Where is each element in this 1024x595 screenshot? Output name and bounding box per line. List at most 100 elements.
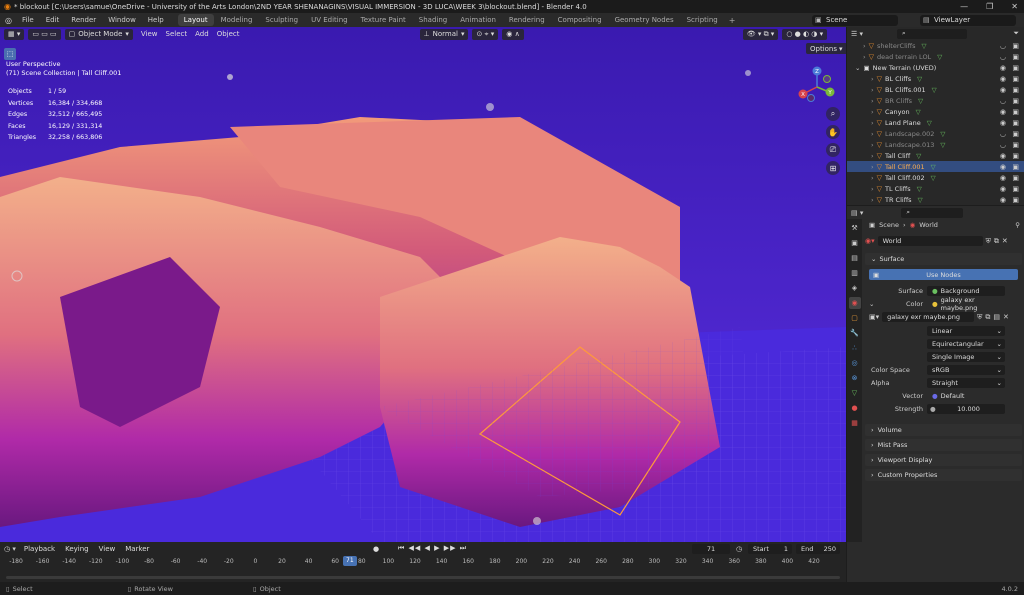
outliner-row[interactable]: › ▽ Land Plane ▽ ◉ ▣ (847, 117, 1024, 128)
material-tab-icon[interactable]: ● (849, 402, 861, 414)
render-camera-icon[interactable]: ▣ (1012, 163, 1019, 171)
particles-tab-icon[interactable]: ∴ (849, 342, 861, 354)
outliner-row[interactable]: › ▽ Landscape.013 ▽ ◡ ▣ (847, 139, 1024, 150)
render-camera-icon[interactable]: ▣ (1012, 196, 1019, 204)
outliner-row[interactable]: › ▽ TL Cliffs ▽ ◉ ▣ (847, 183, 1024, 194)
expand-arrow-icon[interactable]: › (863, 42, 866, 50)
eye-icon[interactable]: ◉ (1000, 86, 1006, 94)
object-tab-icon[interactable]: ▢ (849, 312, 861, 324)
expand-arrow-icon[interactable]: › (871, 75, 874, 83)
unlink-icon[interactable]: ✕ (1003, 313, 1009, 321)
3d-viewport[interactable]: ▦ ▾ ▭ ▭ ▭ ▢ Object Mode ▾ View Select Add O… (0, 27, 846, 542)
tab-geometry-nodes[interactable]: Geometry Nodes (609, 14, 680, 26)
camera-icon[interactable]: ⎚ (826, 143, 840, 157)
eye-icon[interactable]: ◉ (1000, 163, 1006, 171)
mesh-data-icon[interactable]: ▽ (940, 141, 945, 149)
eye-icon[interactable]: ◉ (1000, 75, 1006, 83)
tab-layout[interactable]: Layout (177, 14, 214, 26)
menu-file[interactable]: File (16, 13, 40, 27)
mesh-data-icon[interactable]: ▽ (927, 119, 932, 127)
panel-mist-pass[interactable]: › Mist Pass (865, 439, 1022, 451)
eye-icon[interactable]: ◉ (1000, 196, 1006, 204)
expand-arrow-icon[interactable]: › (871, 185, 874, 193)
strength-slider[interactable]: ● 10.000 (927, 404, 1005, 414)
tab-scripting[interactable]: Scripting (681, 14, 724, 26)
tab-modeling[interactable]: Modeling (215, 14, 259, 26)
render-camera-icon[interactable]: ▣ (1012, 185, 1019, 193)
outliner-row[interactable]: › ▽ BL Cliffs.001 ▽ ◉ ▣ (847, 84, 1024, 95)
eye-icon[interactable]: ◉ (1000, 152, 1006, 160)
pivot-snap-buttons[interactable]: ⊙ ⌖ ▾ (472, 28, 499, 40)
mesh-data-icon[interactable]: ▽ (917, 75, 922, 83)
visibility-overlay-buttons[interactable]: 👁 ▾ ⧉ ▾ (742, 28, 779, 40)
outliner-row[interactable]: › ▽ Landscape.002 ▽ ◡ ▣ (847, 128, 1024, 139)
hidden-eye-icon[interactable]: ◡ (1000, 53, 1006, 61)
tab-texture-paint[interactable]: Texture Paint (355, 14, 412, 26)
timeline-scrollbar[interactable] (6, 576, 840, 579)
expand-arrow-icon[interactable]: ⌄ (855, 64, 860, 72)
tab-shading[interactable]: Shading (413, 14, 453, 26)
outliner-row[interactable]: › ▽ Canyon ▽ ◉ ▣ (847, 106, 1024, 117)
render-camera-icon[interactable]: ▣ (1012, 75, 1019, 83)
eye-icon[interactable]: ◉ (1000, 119, 1006, 127)
scene-tab-icon[interactable]: ◈ (849, 282, 861, 294)
mesh-data-icon[interactable]: ▽ (918, 97, 923, 105)
outliner-search-input[interactable]: ⌕ (897, 28, 968, 39)
select-tool-icon[interactable]: ⬚ (4, 48, 16, 60)
render-camera-icon[interactable]: ▣ (1012, 141, 1019, 149)
scene-selector[interactable]: ▣ Scene (812, 14, 898, 26)
panel-volume[interactable]: › Volume (865, 424, 1022, 436)
render-camera-icon[interactable]: ▣ (1012, 53, 1019, 61)
render-camera-icon[interactable]: ▣ (1012, 97, 1019, 105)
render-camera-icon[interactable]: ▣ (1012, 42, 1019, 50)
menu-help[interactable]: Help (142, 13, 170, 27)
filter-icon[interactable]: ⏷ (1013, 29, 1019, 38)
outliner-row[interactable]: › ▽ TR Cliffs ▽ ◉ ▣ (847, 194, 1024, 205)
maximize-button[interactable]: ❐ (986, 2, 993, 11)
open-file-icon[interactable]: ▤ (993, 313, 1000, 321)
mesh-data-icon[interactable]: ▽ (931, 163, 936, 171)
mesh-data-icon[interactable]: ▽ (918, 196, 923, 204)
properties-editor-icon[interactable]: ▤ ▾ (851, 209, 863, 217)
data-tab-icon[interactable]: ▽ (849, 387, 861, 399)
view-layer-tab-icon[interactable]: ▥ (849, 267, 861, 279)
viewport-menu-object[interactable]: Object (213, 30, 244, 38)
expand-arrow-icon[interactable]: › (871, 86, 874, 94)
physics-tab-icon[interactable]: ◎ (849, 357, 861, 369)
mesh-data-icon[interactable]: ▽ (922, 42, 927, 50)
render-camera-icon[interactable]: ▣ (1012, 108, 1019, 116)
outliner-row[interactable]: › ▽ BL Cliffs ▽ ◉ ▣ (847, 73, 1024, 84)
ortho-grid-icon[interactable]: ⊞ (826, 161, 840, 175)
viewport-menu-select[interactable]: Select (162, 30, 192, 38)
unlink-icon[interactable]: ✕ (1002, 237, 1008, 245)
mesh-data-icon[interactable]: ▽ (931, 174, 936, 182)
expand-arrow-icon[interactable]: › (871, 141, 874, 149)
view-layer-selector[interactable]: ▤ ViewLayer (920, 14, 1016, 26)
tab-rendering[interactable]: Rendering (503, 14, 551, 26)
render-camera-icon[interactable]: ▣ (1012, 64, 1019, 72)
render-camera-icon[interactable]: ▣ (1012, 174, 1019, 182)
image-name-field[interactable]: galaxy exr maybe.png (882, 312, 975, 322)
expand-arrow-icon[interactable]: › (871, 108, 874, 116)
expand-arrow-icon[interactable]: › (871, 97, 874, 105)
tab-sculpting[interactable]: Sculpting (259, 14, 304, 26)
render-tab-icon[interactable]: ▣ (849, 237, 861, 249)
object-mode-dropdown[interactable]: ▢ Object Mode ▾ (64, 28, 133, 40)
mesh-data-icon[interactable]: ▽ (940, 130, 945, 138)
navigation-gizmo[interactable]: Z X Y (797, 65, 837, 105)
render-camera-icon[interactable]: ▣ (1012, 119, 1019, 127)
duplicate-icon[interactable]: ⧉ (994, 237, 999, 246)
eye-icon[interactable]: ◉ (1000, 174, 1006, 182)
render-camera-icon[interactable]: ▣ (1012, 130, 1019, 138)
playhead[interactable]: 71 (342, 556, 357, 566)
outliner-row[interactable]: › ▽ Tall Cliff.002 ▽ ◉ ▣ (847, 172, 1024, 183)
viewport-menu-view[interactable]: View (137, 30, 162, 38)
hidden-eye-icon[interactable]: ◡ (1000, 141, 1006, 149)
tab-uv-editing[interactable]: UV Editing (305, 14, 354, 26)
panel-custom-properties[interactable]: › Custom Properties (865, 469, 1022, 481)
outliner-row[interactable]: › ▽ Tall Cliff.001 ▽ ◉ ▣ (847, 161, 1024, 172)
properties-search-input[interactable]: ⌕ (901, 207, 964, 218)
world-name-field[interactable]: World (877, 236, 983, 246)
panel-viewport-display[interactable]: › Viewport Display (865, 454, 1022, 466)
expand-arrow-icon[interactable]: › (871, 152, 874, 160)
